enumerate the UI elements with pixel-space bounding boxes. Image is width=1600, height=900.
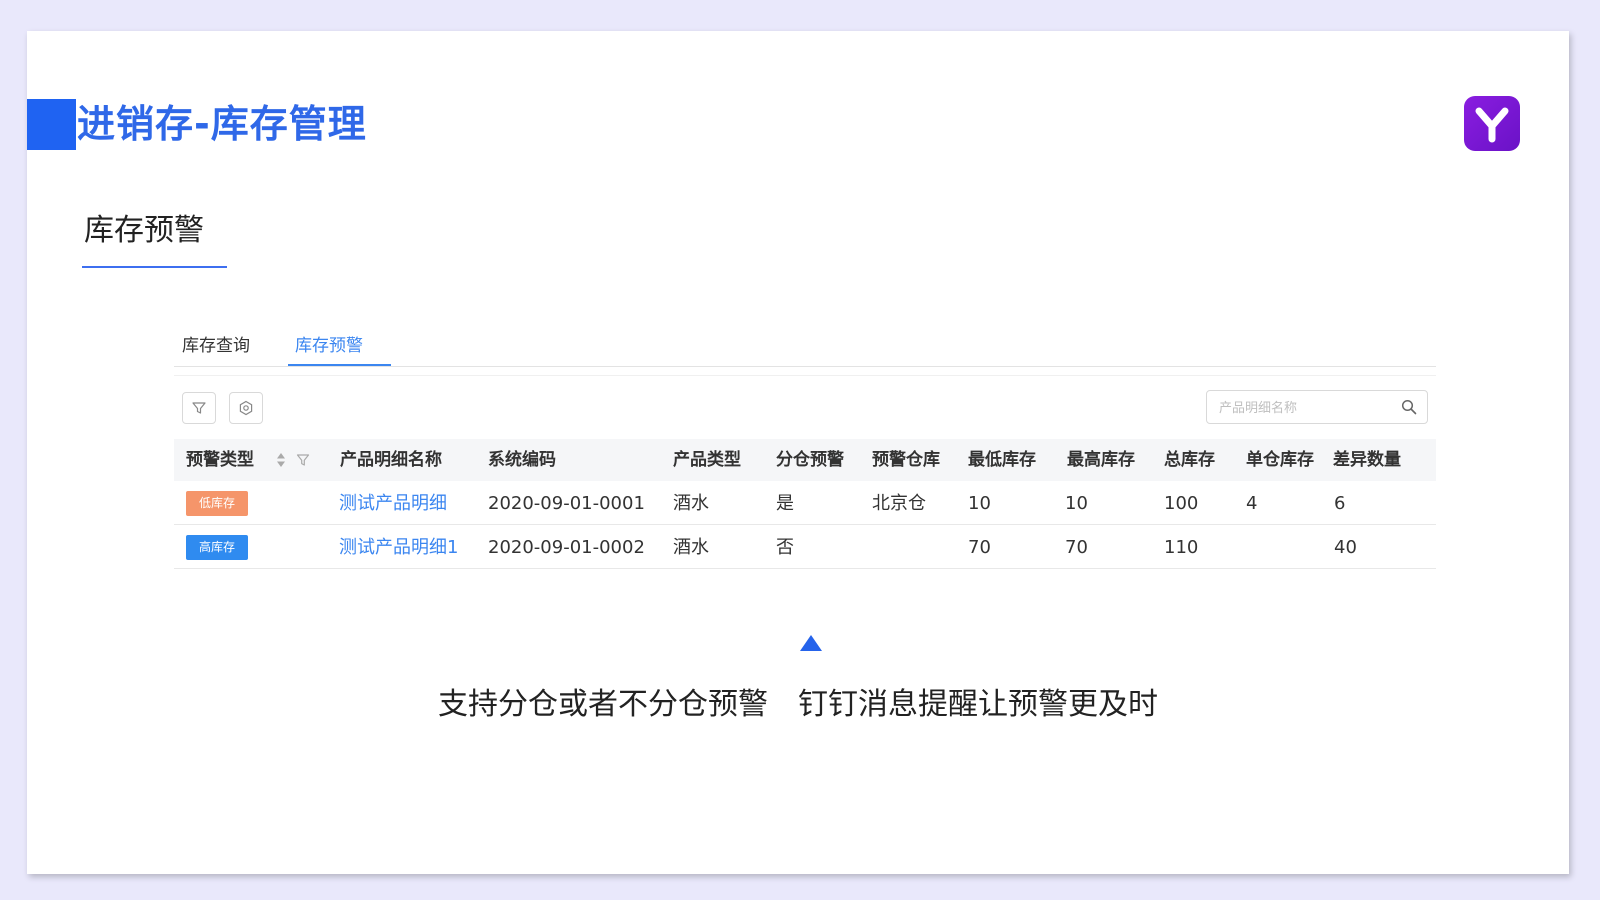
col-alert-warehouse: 预警仓库 (872, 450, 940, 470)
section-underline (82, 266, 227, 268)
low-stock-badge: 低库存 (186, 491, 248, 516)
inventory-app-screenshot: 库存查询 库存预警 产品明细名称 预警类型 产品明细名称 系统编码 产品类型 分… (174, 321, 1436, 601)
settings-button[interactable] (229, 392, 263, 424)
product-name-link[interactable]: 测试产品明细1 (339, 525, 458, 568)
triangle-pointer-icon (800, 635, 822, 651)
total-stock: 110 (1164, 537, 1199, 558)
product-type: 酒水 (673, 493, 709, 514)
alert-warehouse: 北京仓 (872, 493, 926, 514)
tab-inventory-query[interactable]: 库存查询 (182, 331, 250, 356)
col-warehouse-alert: 分仓预警 (776, 450, 844, 470)
single-stock: 4 (1246, 493, 1258, 514)
max-stock: 70 (1065, 537, 1088, 558)
tab-inventory-alert[interactable]: 库存预警 (295, 331, 363, 356)
slide: 进销存-库存管理 库存预警 库存查询 库存预警 产品明细名称 预警类型 产品明细… (27, 31, 1569, 874)
active-tab-indicator (288, 364, 391, 366)
table-row: 低库存 测试产品明细 2020-09-01-0001 酒水 是 北京仓 10 1… (174, 481, 1436, 525)
system-code: 2020-09-01-0001 (488, 493, 645, 514)
search-icon[interactable] (1401, 399, 1417, 415)
min-stock: 70 (968, 537, 991, 558)
gear-icon (239, 400, 253, 416)
col-single-stock: 单仓库存 (1246, 450, 1314, 470)
warehouse-alert: 是 (776, 493, 794, 514)
logo-y-icon (1475, 107, 1509, 143)
search-input[interactable] (1217, 397, 1391, 419)
filter-button[interactable] (182, 392, 216, 424)
high-stock-badge: 高库存 (186, 535, 248, 560)
warehouse-alert: 否 (776, 537, 794, 558)
product-type: 酒水 (673, 537, 709, 558)
col-product-type: 产品类型 (673, 450, 741, 470)
product-name-link[interactable]: 测试产品明细 (339, 481, 447, 524)
tab-bar: 库存查询 库存预警 (174, 321, 1436, 367)
table-header: 预警类型 产品明细名称 系统编码 产品类型 分仓预警 预警仓库 最低库存 最高库… (174, 439, 1436, 481)
title-accent-bar (27, 99, 76, 150)
filter-icon (192, 402, 206, 414)
max-stock: 10 (1065, 493, 1088, 514)
col-product-name: 产品明细名称 (340, 450, 442, 470)
table-row: 高库存 测试产品明细1 2020-09-01-0002 酒水 否 70 70 1… (174, 525, 1436, 569)
total-stock: 100 (1164, 493, 1199, 514)
feature-caption: 支持分仓或者不分仓预警 钉钉消息提醒让预警更及时 (438, 687, 1158, 722)
difference: 40 (1334, 537, 1357, 558)
page-title: 进销存-库存管理 (77, 102, 367, 146)
col-total-stock: 总库存 (1164, 450, 1215, 470)
app-logo (1464, 96, 1520, 151)
search-box (1206, 390, 1428, 424)
difference: 6 (1334, 493, 1346, 514)
table-toolbar (174, 375, 1436, 440)
col-system-code: 系统编码 (488, 450, 556, 470)
col-alert-type: 预警类型 (186, 450, 254, 470)
col-difference: 差异数量 (1333, 450, 1401, 470)
sort-icon[interactable] (276, 452, 286, 468)
min-stock: 10 (968, 493, 991, 514)
column-filter-icon[interactable] (296, 452, 310, 468)
alert-table: 预警类型 产品明细名称 系统编码 产品类型 分仓预警 预警仓库 最低库存 最高库… (174, 439, 1436, 569)
section-title: 库存预警 (84, 213, 204, 248)
col-min-stock: 最低库存 (968, 450, 1036, 470)
system-code: 2020-09-01-0002 (488, 537, 645, 558)
col-max-stock: 最高库存 (1067, 450, 1135, 470)
